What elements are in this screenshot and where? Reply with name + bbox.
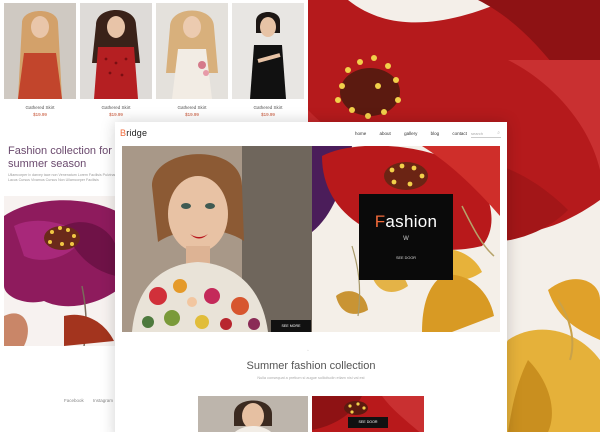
logo-text: ridge bbox=[126, 128, 148, 138]
main-menu: home about gallery blog contact bbox=[355, 131, 479, 136]
section-subtitle: Nulla consequat a pretium si augue solli… bbox=[257, 376, 365, 380]
instagram-link[interactable]: Instagram bbox=[93, 398, 113, 403]
product-card[interactable]: Gathered Skirt $19.99 bbox=[232, 3, 304, 117]
product-name[interactable]: Gathered Skirt bbox=[156, 105, 228, 110]
nav-item-about[interactable]: about bbox=[380, 131, 391, 136]
hero-card: Fashion W SEE DOOR bbox=[359, 194, 453, 280]
search-placeholder: search bbox=[471, 131, 484, 136]
product-photo[interactable] bbox=[80, 3, 152, 99]
collection-description: Ullamcorper iv darvey tace non Venenatum… bbox=[8, 173, 116, 182]
product-photo[interactable] bbox=[232, 3, 304, 99]
top-navigation: Bridge home about gallery blog contact s… bbox=[115, 122, 507, 146]
section-title: Summer fashion collection bbox=[246, 360, 376, 372]
product-name[interactable]: Gathered Skirt bbox=[80, 105, 152, 110]
product-price: $19.99 bbox=[109, 112, 123, 117]
product-card[interactable]: Gathered Skirt $19.99 bbox=[4, 3, 76, 117]
nav-item-blog[interactable]: blog bbox=[431, 131, 440, 136]
product-grid: Gathered Skirt $19.99 Gathered Skirt $19… bbox=[4, 3, 308, 123]
collection-heading-line2: summer season bbox=[8, 158, 87, 170]
product-price: $19.99 bbox=[33, 112, 47, 117]
product-photo[interactable] bbox=[4, 3, 76, 99]
hero-card-title-text: ashion bbox=[385, 212, 438, 231]
collection-heading-line1: Fashion collection for bbox=[8, 145, 112, 157]
thumbnail-button[interactable]: SEE DOOR bbox=[348, 417, 388, 428]
product-card[interactable]: Gathered Skirt $19.99 bbox=[80, 3, 152, 117]
hero-card-button[interactable]: SEE DOOR bbox=[359, 256, 453, 260]
hero-banner: Fashion W SEE DOOR SEE MORE bbox=[122, 146, 500, 332]
nav-item-gallery[interactable]: gallery bbox=[404, 131, 417, 136]
hero-card-title: Fashion bbox=[359, 212, 453, 232]
product-name[interactable]: Gathered Skirt bbox=[4, 105, 76, 110]
product-photo[interactable] bbox=[156, 3, 228, 99]
nav-item-home[interactable]: home bbox=[355, 131, 366, 136]
product-price: $19.99 bbox=[185, 112, 199, 117]
collection-thumbnail-portrait[interactable] bbox=[198, 396, 308, 432]
collection-heading: Fashion collection for summer season bbox=[8, 145, 128, 171]
front-site-page: Bridge home about gallery blog contact s… bbox=[115, 122, 507, 432]
magenta-floral-image bbox=[4, 196, 116, 346]
product-card[interactable]: Gathered Skirt $19.99 bbox=[156, 3, 228, 117]
section-divider-icon: ◦ bbox=[307, 348, 309, 354]
collection-thumbnail-floral[interactable]: SEE DOOR bbox=[312, 396, 424, 432]
social-links: Facebook Instagram bbox=[64, 398, 121, 403]
showcase-stage: Gathered Skirt $19.99 Gathered Skirt $19… bbox=[0, 0, 600, 432]
search-input[interactable]: search ⌕ bbox=[471, 129, 501, 138]
facebook-link[interactable]: Facebook bbox=[64, 398, 84, 403]
site-logo[interactable]: Bridge bbox=[120, 128, 147, 138]
nav-item-contact[interactable]: contact bbox=[452, 131, 467, 136]
search-icon[interactable]: ⌕ bbox=[497, 130, 500, 136]
see-more-button[interactable]: SEE MORE bbox=[271, 320, 311, 332]
hero-card-separator: W bbox=[403, 236, 409, 242]
product-price: $19.99 bbox=[261, 112, 275, 117]
hero-card-title-accent: F bbox=[374, 212, 386, 231]
product-name[interactable]: Gathered Skirt bbox=[232, 105, 304, 110]
